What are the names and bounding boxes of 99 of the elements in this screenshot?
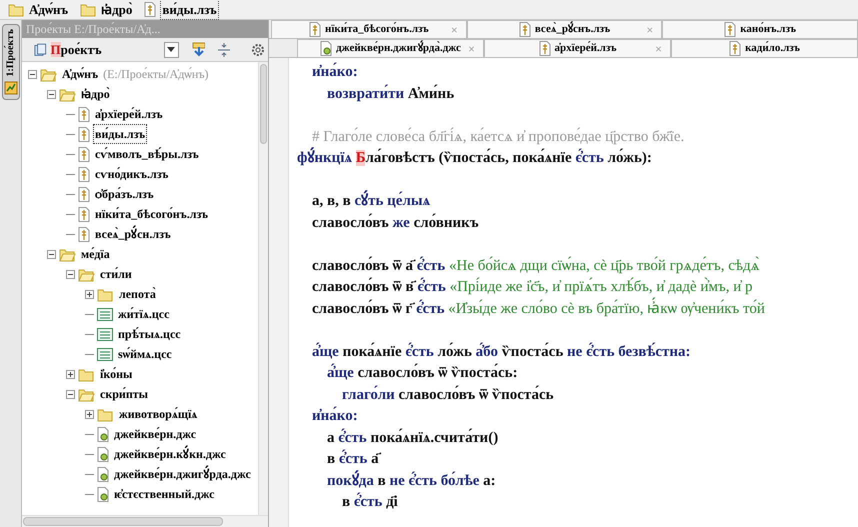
cross-document-icon: [78, 126, 90, 142]
cross-document-icon: [78, 226, 90, 242]
collapse-toggle-icon[interactable]: [47, 90, 56, 98]
file-item[interactable]: ви́ды.лзъ: [93, 124, 148, 144]
open-folder-icon: [78, 266, 95, 282]
script-file-icon: [97, 466, 109, 482]
breadcrumb-item[interactable]: ꙗ҆дро̀: [101, 0, 132, 20]
file-item[interactable]: жи́тїѧ.цсс: [116, 304, 172, 324]
project-icon: [34, 42, 47, 56]
code-line: славосло́въ ѿ г҃ є҆́сть «И҆зы́де же сло́во сѐ въ бра́тїю, ꙗ҆́кѡ ѹ҆чени́къ то́й: [297, 298, 765, 320]
code-line: # Глаго́ле слове́са бл҃гі́ѧ, ка́етсѧ и҆ пропове́дае ц҃рство бж҃їе.: [311, 126, 684, 146]
open-folder-icon: [59, 86, 76, 102]
expand-toggle-icon[interactable]: [66, 370, 75, 378]
file-item[interactable]: а҆рхїере́й.лзъ: [93, 104, 165, 124]
editor-tab[interactable]: кади́ло.лзъ: [671, 39, 858, 57]
horizontal-scrollbar[interactable]: [23, 517, 223, 526]
file-item[interactable]: сѵ́мволъ_вѣ́ры.лзъ: [93, 144, 201, 164]
cross-document-icon: [78, 166, 90, 182]
cross-document-icon: [144, 2, 156, 17]
cross-document-icon: [518, 22, 531, 37]
code-line: и҆на́ко:: [311, 62, 358, 82]
file-item[interactable]: джейкве́рн.джигꙋ́рда.джс: [112, 464, 253, 484]
code-line: возврати́ти А҆ми́нь: [326, 84, 454, 104]
code-line: славосло́въ ѿ а҃ є҆́сть «Не бо́йсѧ дщи сїѡ́на, сѐ ц҃рь тво́й грѧде́тъ, сѣдѧ̀: [311, 256, 760, 276]
expand-toggle-icon[interactable]: [85, 410, 94, 418]
code-line: славосло́въ же сло́вникъ: [311, 212, 479, 232]
stylesheet-icon: [97, 306, 113, 322]
file-item[interactable]: джейкве́рн.джс: [112, 424, 198, 444]
folder-item[interactable]: ꙗ҆дро̀: [79, 84, 112, 104]
file-item[interactable]: нїки́та_бѣсого́нъ.лзъ: [93, 204, 210, 224]
cross-document-icon: [78, 106, 90, 122]
collapse-toggle-icon[interactable]: [47, 250, 56, 258]
collapse-toggle-icon[interactable]: [66, 390, 75, 398]
stylesheet-icon: [97, 346, 113, 362]
editor-tab[interactable]: а҆рхїере́й.лзъ ×: [484, 39, 671, 57]
editor-tab[interactable]: джейкве́рн.джигꙋ́рда̀.джс ×: [297, 39, 484, 57]
file-item[interactable]: ѻ҆бра́зъ.лзъ: [93, 184, 156, 204]
folder-item[interactable]: животворѧ́щїѧ: [117, 404, 200, 424]
folder-item[interactable]: і҆ко́ны: [98, 364, 134, 384]
folder-item[interactable]: А҆дѡ́нъ: [60, 64, 100, 84]
script-file-icon: [97, 446, 109, 462]
open-folder-icon: [40, 66, 57, 82]
code-line: фꙋ́нкцїѧ Бла́говѣстъ (ѷпоста́сь, пока́ѧнїе є҆́сть ло́жь):: [297, 148, 652, 170]
collapse-all-icon[interactable]: [217, 42, 230, 58]
folder-item[interactable]: ме́дїа: [79, 244, 112, 264]
cross-document-icon: [538, 41, 551, 56]
panel-title: Прое́кты Е:/Прое́кты/А҆д...: [26, 21, 160, 38]
folder-icon: [78, 366, 95, 382]
cross-document-icon: [729, 41, 742, 56]
side-tab-label: 1:Прое́ктъ: [4, 29, 17, 77]
expand-toggle-icon[interactable]: [85, 290, 94, 298]
editor-tab[interactable]: кано́нъ.лзъ: [662, 20, 858, 38]
cross-document-icon: [309, 22, 322, 37]
code-line: покꙋ́да в не є҆́сть бо́лѣе а:: [297, 470, 496, 492]
scroll-from-source-icon[interactable]: [190, 42, 206, 58]
script-file-icon: [97, 426, 109, 442]
collapse-toggle-icon[interactable]: [66, 270, 75, 278]
cross-document-icon: [724, 22, 736, 37]
file-item[interactable]: джейкве́рн.кꙋ́кн.джс: [112, 444, 228, 464]
stylesheet-icon: [97, 326, 113, 342]
vertical-scrollbar[interactable]: [260, 64, 267, 144]
code-line: а, в, в сꙋ́ть це́лыѧ: [297, 191, 430, 212]
dropdown-button[interactable]: [164, 42, 179, 58]
file-item[interactable]: прѣ́тыѧ.цсс: [116, 324, 183, 344]
code-line: и҆на́ко:: [311, 406, 358, 426]
code-line: глаго́ли славосло́въ ѿ ѷпоста́сь: [341, 384, 554, 404]
editor-tab[interactable]: нїки́та_бѣсого́нъ.лзъ ×: [271, 20, 467, 38]
folder-icon: [8, 2, 25, 17]
code-line: а҆́ще славосло́въ ѿ ѷпоста́сь:: [326, 363, 518, 383]
editor-tab[interactable]: всеѧ̀_рꙋ́снъ.лзъ ×: [466, 20, 662, 38]
folder-item[interactable]: скри́пты: [98, 384, 150, 404]
code-line: а҆́ще пока́ѧнїе є҆́сть ло́жь а҆́бо ѷпоста́сь не є҆́сть безвѣ́стна:: [311, 342, 691, 362]
file-item[interactable]: сѵно́дикъ.лзъ: [93, 164, 170, 184]
open-folder-icon: [59, 246, 76, 262]
script-file-icon: [320, 41, 332, 56]
breadcrumb-item[interactable]: А҆дѡ́нъ: [29, 0, 68, 20]
code-line: славосло́въ ѿ в҃ є҆́сть «Прі́иде же і҆с҃ъ, и҆ прїѧ́тъ хлѣ́бъ, и҆ дадѐ и҆̀мъ, и҆ р: [311, 277, 752, 297]
project-tool-tab[interactable]: 1:Прое́ктъ: [2, 24, 20, 100]
cross-document-icon: [78, 186, 90, 202]
cross-document-icon: [78, 206, 90, 222]
cross-document-icon: [78, 146, 90, 162]
file-item[interactable]: ѕѡ́ймѧ.цсс: [116, 344, 174, 364]
file-item[interactable]: ѥ҆стєственный.джс: [112, 484, 216, 504]
folder-item[interactable]: сти́ли: [98, 264, 134, 284]
code-line: в є҆́сть д҃і: [341, 492, 398, 512]
chart-icon: [4, 80, 18, 95]
collapse-toggle-icon[interactable]: [28, 70, 37, 78]
folder-icon: [97, 406, 114, 422]
code-line: а є҆́сть пока́ѧнїѧ.счита́ти(): [326, 428, 498, 448]
settings-icon[interactable]: [250, 42, 264, 58]
script-file-icon: [97, 486, 109, 502]
folder-item[interactable]: лепота̀: [117, 284, 158, 304]
folder-path: (Е:/Прое́кты/А҆дѡ́нъ): [103, 66, 209, 83]
folder-icon: [80, 2, 98, 17]
code-line: в є҆́сть а҃: [297, 449, 379, 470]
file-item[interactable]: всеѧ̀_рꙋ́сн.лзъ: [93, 224, 173, 244]
folder-icon: [97, 286, 114, 302]
open-folder-icon: [78, 386, 95, 402]
caret-icon: [167, 47, 176, 52]
